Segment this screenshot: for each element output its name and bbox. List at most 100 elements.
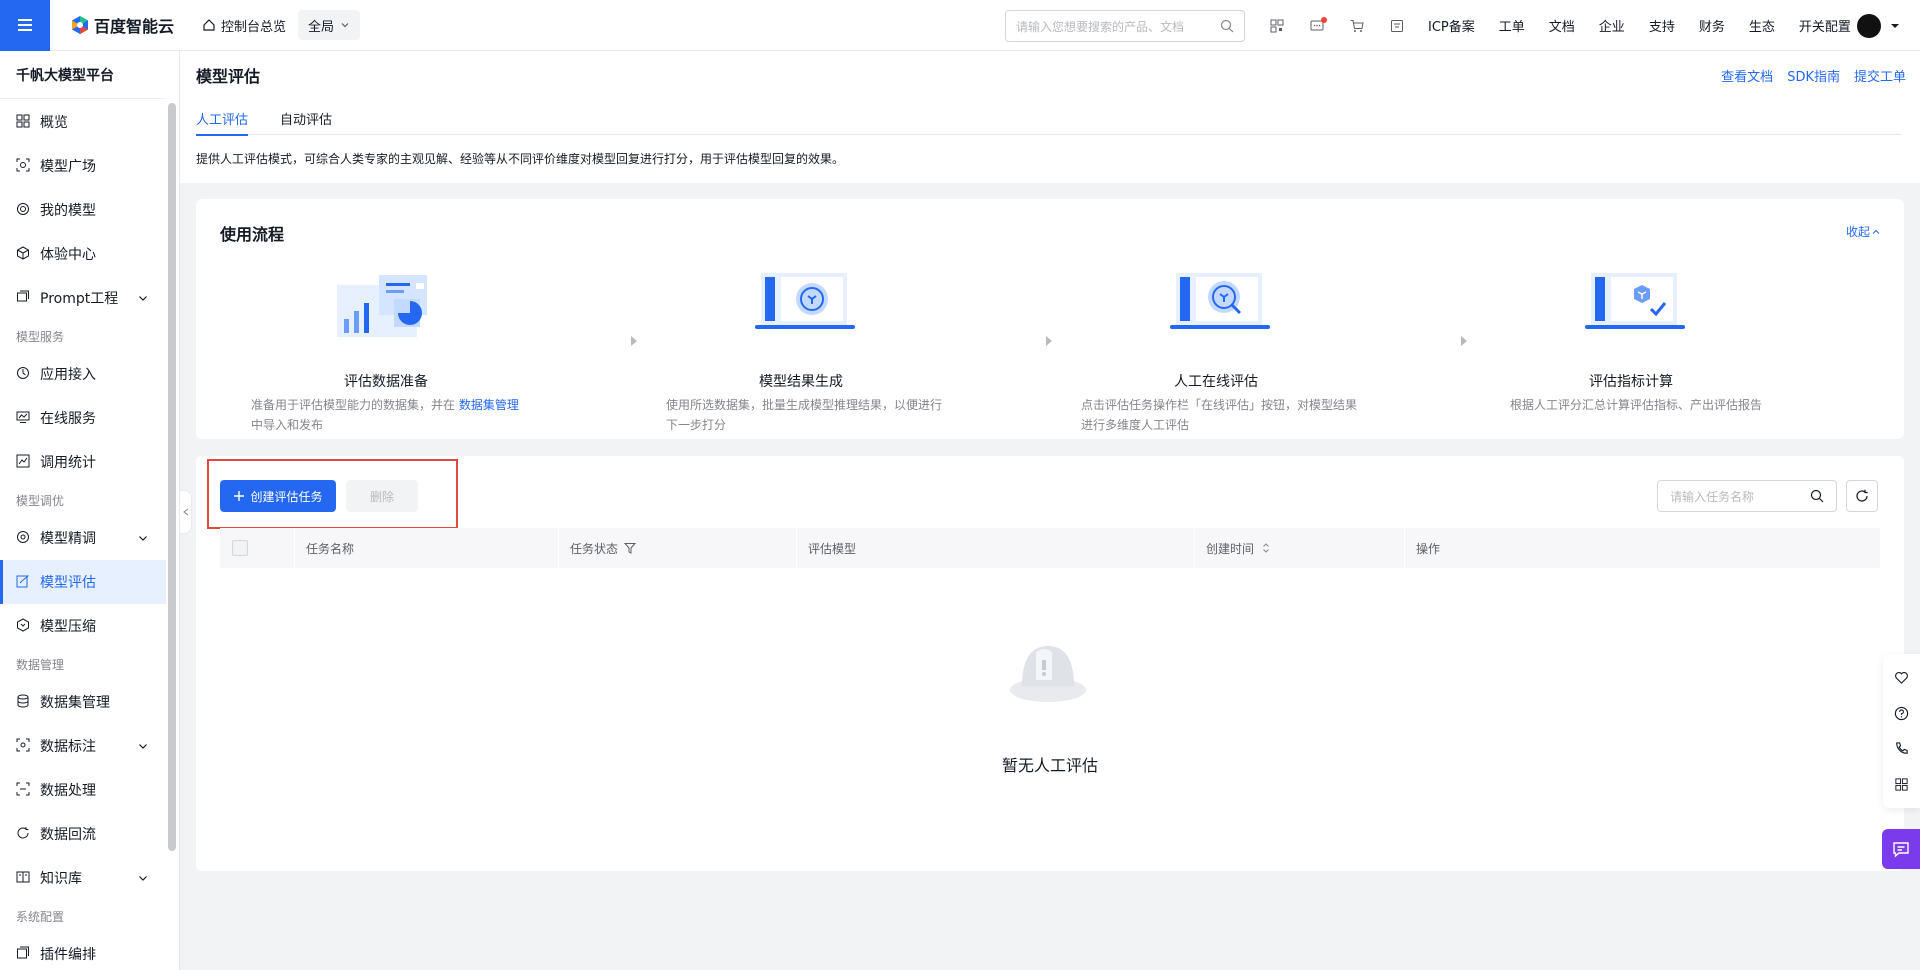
sidebar-item-model-square[interactable]: 模型广场 [0, 144, 166, 188]
refresh-button[interactable] [1846, 480, 1878, 512]
sidebar-item-experience[interactable]: 体验中心 [0, 232, 166, 276]
sidebar-group-service: 模型服务 [16, 329, 65, 344]
sidebar-nav: 概览 模型广场 我的模型 体验中心 Prompt工程 模型服务 应用接入 在线服… [0, 100, 166, 970]
flow-collapse-button[interactable]: 收起 [1846, 223, 1880, 240]
page-header: 模型评估 查看文档 SDK指南 提交工单 人工评估 自动评估 提供人工评估模式，… [180, 51, 1920, 183]
column-eval-model: 评估模型 [796, 528, 1194, 568]
region-select[interactable]: 全局 [298, 10, 361, 40]
notification-dot [1321, 16, 1327, 23]
help-icon[interactable] [1894, 706, 1909, 721]
sidebar-item-label: 模型精调 [40, 531, 96, 547]
top-nav-support[interactable]: 支持 [1649, 16, 1675, 35]
tab-auto-eval[interactable]: 自动评估 [280, 101, 332, 135]
sidebar-item-online-service[interactable]: 在线服务 [0, 396, 166, 440]
column-task-name: 任务名称 [294, 528, 558, 568]
dataset-manage-link[interactable]: 数据集管理 [459, 398, 519, 412]
sidebar-item-data-process[interactable]: 数据处理 [0, 768, 166, 812]
sidebar-item-label: 数据处理 [40, 783, 96, 799]
top-nav-icp[interactable]: ICP备案 [1428, 16, 1475, 35]
submit-ticket-link[interactable]: 提交工单 [1854, 66, 1906, 85]
brand-logo[interactable]: 百度智能云 [70, 13, 174, 37]
sort-icon[interactable] [1260, 542, 1272, 554]
sidebar-group-sys: 系统配置 [16, 909, 65, 924]
qrcode-icon[interactable] [1268, 17, 1286, 35]
sidebar-item-model-eval[interactable]: 模型评估 [0, 560, 166, 604]
sidebar-scrollbar[interactable] [168, 103, 176, 851]
tab-manual-eval[interactable]: 人工评估 [196, 101, 249, 136]
phone-icon[interactable] [1894, 741, 1909, 756]
sidebar-item-app-access[interactable]: 应用接入 [0, 352, 166, 396]
delete-button[interactable]: 删除 [346, 480, 418, 512]
chevron-right-icon [631, 336, 637, 346]
sidebar-item-call-stats[interactable]: 调用统计 [0, 440, 166, 484]
message-icon[interactable] [1308, 16, 1327, 35]
brand-name: 百度智能云 [94, 17, 175, 36]
top-icon-group [1268, 0, 1406, 51]
top-nav-ecosystem[interactable]: 生态 [1749, 16, 1775, 35]
sidebar-item-fine-tune[interactable]: 模型精调 [0, 516, 166, 560]
caret-down-icon[interactable] [1890, 21, 1900, 31]
floating-toolbar [1883, 654, 1920, 808]
select-all-checkbox[interactable] [232, 540, 248, 556]
global-search-input[interactable]: 请输入您想要搜索的产品、文档 [1005, 10, 1245, 42]
sdk-guide-link[interactable]: SDK指南 [1787, 66, 1840, 85]
top-nav-dev-config[interactable]: 开关配置 [1799, 16, 1851, 35]
search-icon[interactable] [1810, 489, 1824, 503]
apps-icon[interactable] [1894, 777, 1909, 792]
sidebar-item-data-label[interactable]: 数据标注 [0, 724, 166, 768]
cube-icon [16, 246, 32, 262]
chat-assistant-button[interactable] [1882, 829, 1920, 869]
sidebar-item-dataset[interactable]: 数据集管理 [0, 680, 166, 724]
column-actions: 操作 [1404, 528, 1880, 568]
step-description: 准备用于评估模型能力的数据集，并在 数据集管理 中导入和发布 [251, 395, 531, 435]
sidebar-item-model-compress[interactable]: 模型压缩 [0, 604, 166, 648]
sidebar-item-label: 知识库 [40, 871, 82, 887]
flow-title: 使用流程 [220, 225, 285, 244]
column-create-time: 创建时间 [1194, 528, 1404, 568]
task-search-placeholder: 请输入任务名称 [1670, 489, 1755, 504]
step-desc-text: 准备用于评估模型能力的数据集，并在 [251, 398, 459, 412]
cart-icon[interactable] [1348, 17, 1366, 35]
sidebar-item-data-backflow[interactable]: 数据回流 [0, 812, 166, 856]
chevron-down-icon [139, 296, 147, 301]
step-description: 点击评估任务操作栏「在线评估」按钮，对模型结果进行多维度人工评估 [1081, 398, 1358, 432]
sidebar-item-plugin[interactable]: 插件编排 [0, 932, 166, 970]
console-home-link[interactable]: 控制台总览 [202, 16, 286, 35]
top-nav-finance[interactable]: 财务 [1699, 16, 1725, 35]
sidebar-group-tune: 模型调优 [16, 493, 65, 508]
select-all-column [220, 528, 294, 568]
sidebar-item-label: 数据标注 [40, 739, 96, 755]
sidebar-item-knowledge-base[interactable]: 知识库 [0, 856, 166, 900]
sidebar-item-my-models[interactable]: 我的模型 [0, 188, 166, 232]
refresh-icon [16, 826, 32, 842]
column-task-status: 任务状态 [558, 528, 796, 568]
sidebar-item-label: Prompt工程 [40, 291, 119, 307]
sidebar-item-prompt[interactable]: Prompt工程 [0, 276, 166, 320]
home-icon [203, 19, 215, 31]
header-links: 查看文档 SDK指南 提交工单 [1721, 66, 1906, 85]
filter-icon[interactable] [624, 542, 637, 554]
sidebar: 千帆大模型平台 概览 模型广场 我的模型 体验中心 Prompt工程 模型服务 … [0, 51, 180, 970]
top-nav-ticket[interactable]: 工单 [1499, 16, 1525, 35]
refresh-icon [1856, 489, 1868, 502]
sidebar-collapse-toggle[interactable] [180, 490, 192, 534]
empty-state-text: 暂无人工评估 [1001, 756, 1098, 775]
top-nav: ICP备案 工单 文档 企业 支持 财务 生态 开关配置 [1428, 0, 1851, 51]
favorite-icon[interactable] [1894, 670, 1909, 685]
language-icon[interactable] [1388, 17, 1406, 35]
step-title: 评估指标计算 [1589, 374, 1673, 390]
plug-icon [16, 366, 32, 382]
search-icon[interactable] [1220, 19, 1234, 33]
top-nav-enterprise[interactable]: 企业 [1599, 16, 1625, 35]
top-nav-docs[interactable]: 文档 [1549, 16, 1575, 35]
view-docs-link[interactable]: 查看文档 [1721, 66, 1773, 85]
sidebar-item-overview[interactable]: 概览 [0, 100, 166, 144]
scan-icon [16, 158, 32, 174]
menu-icon[interactable] [0, 0, 50, 51]
avatar[interactable] [1857, 14, 1881, 38]
create-eval-task-button[interactable]: 创建评估任务 [220, 480, 336, 512]
metric-calc-illustration [1585, 273, 1685, 329]
step-title: 模型结果生成 [759, 374, 843, 390]
task-search-input[interactable]: 请输入任务名称 [1657, 480, 1837, 512]
chart-icon [16, 454, 32, 470]
